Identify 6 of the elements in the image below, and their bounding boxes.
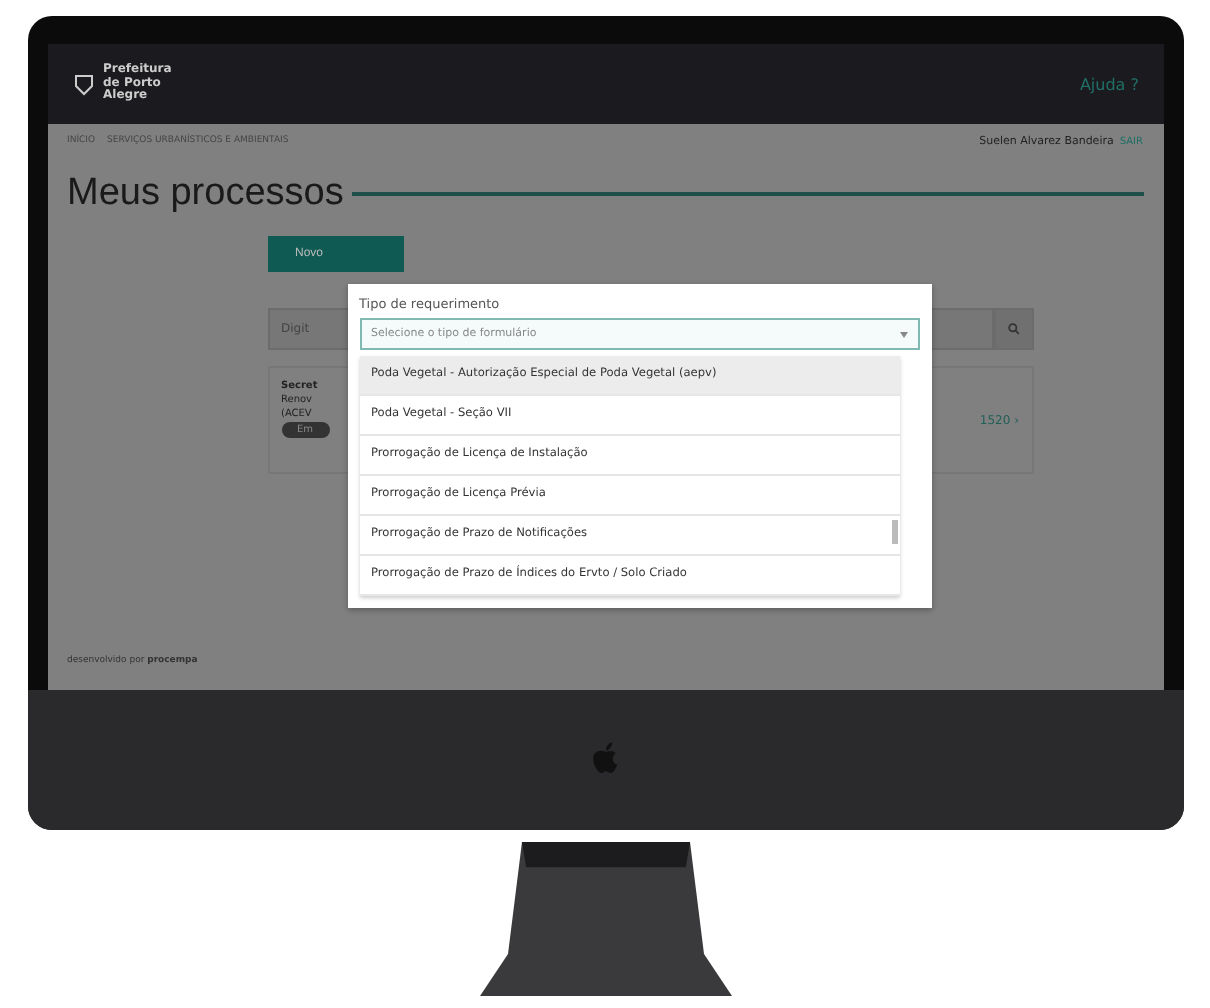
scrollbar[interactable]: [891, 520, 897, 544]
search-icon: [1007, 322, 1019, 336]
caret-icon: [899, 331, 907, 337]
page-title: Meus processos: [67, 172, 344, 216]
crest-icon: [71, 72, 95, 96]
search-button[interactable]: [993, 308, 1033, 350]
